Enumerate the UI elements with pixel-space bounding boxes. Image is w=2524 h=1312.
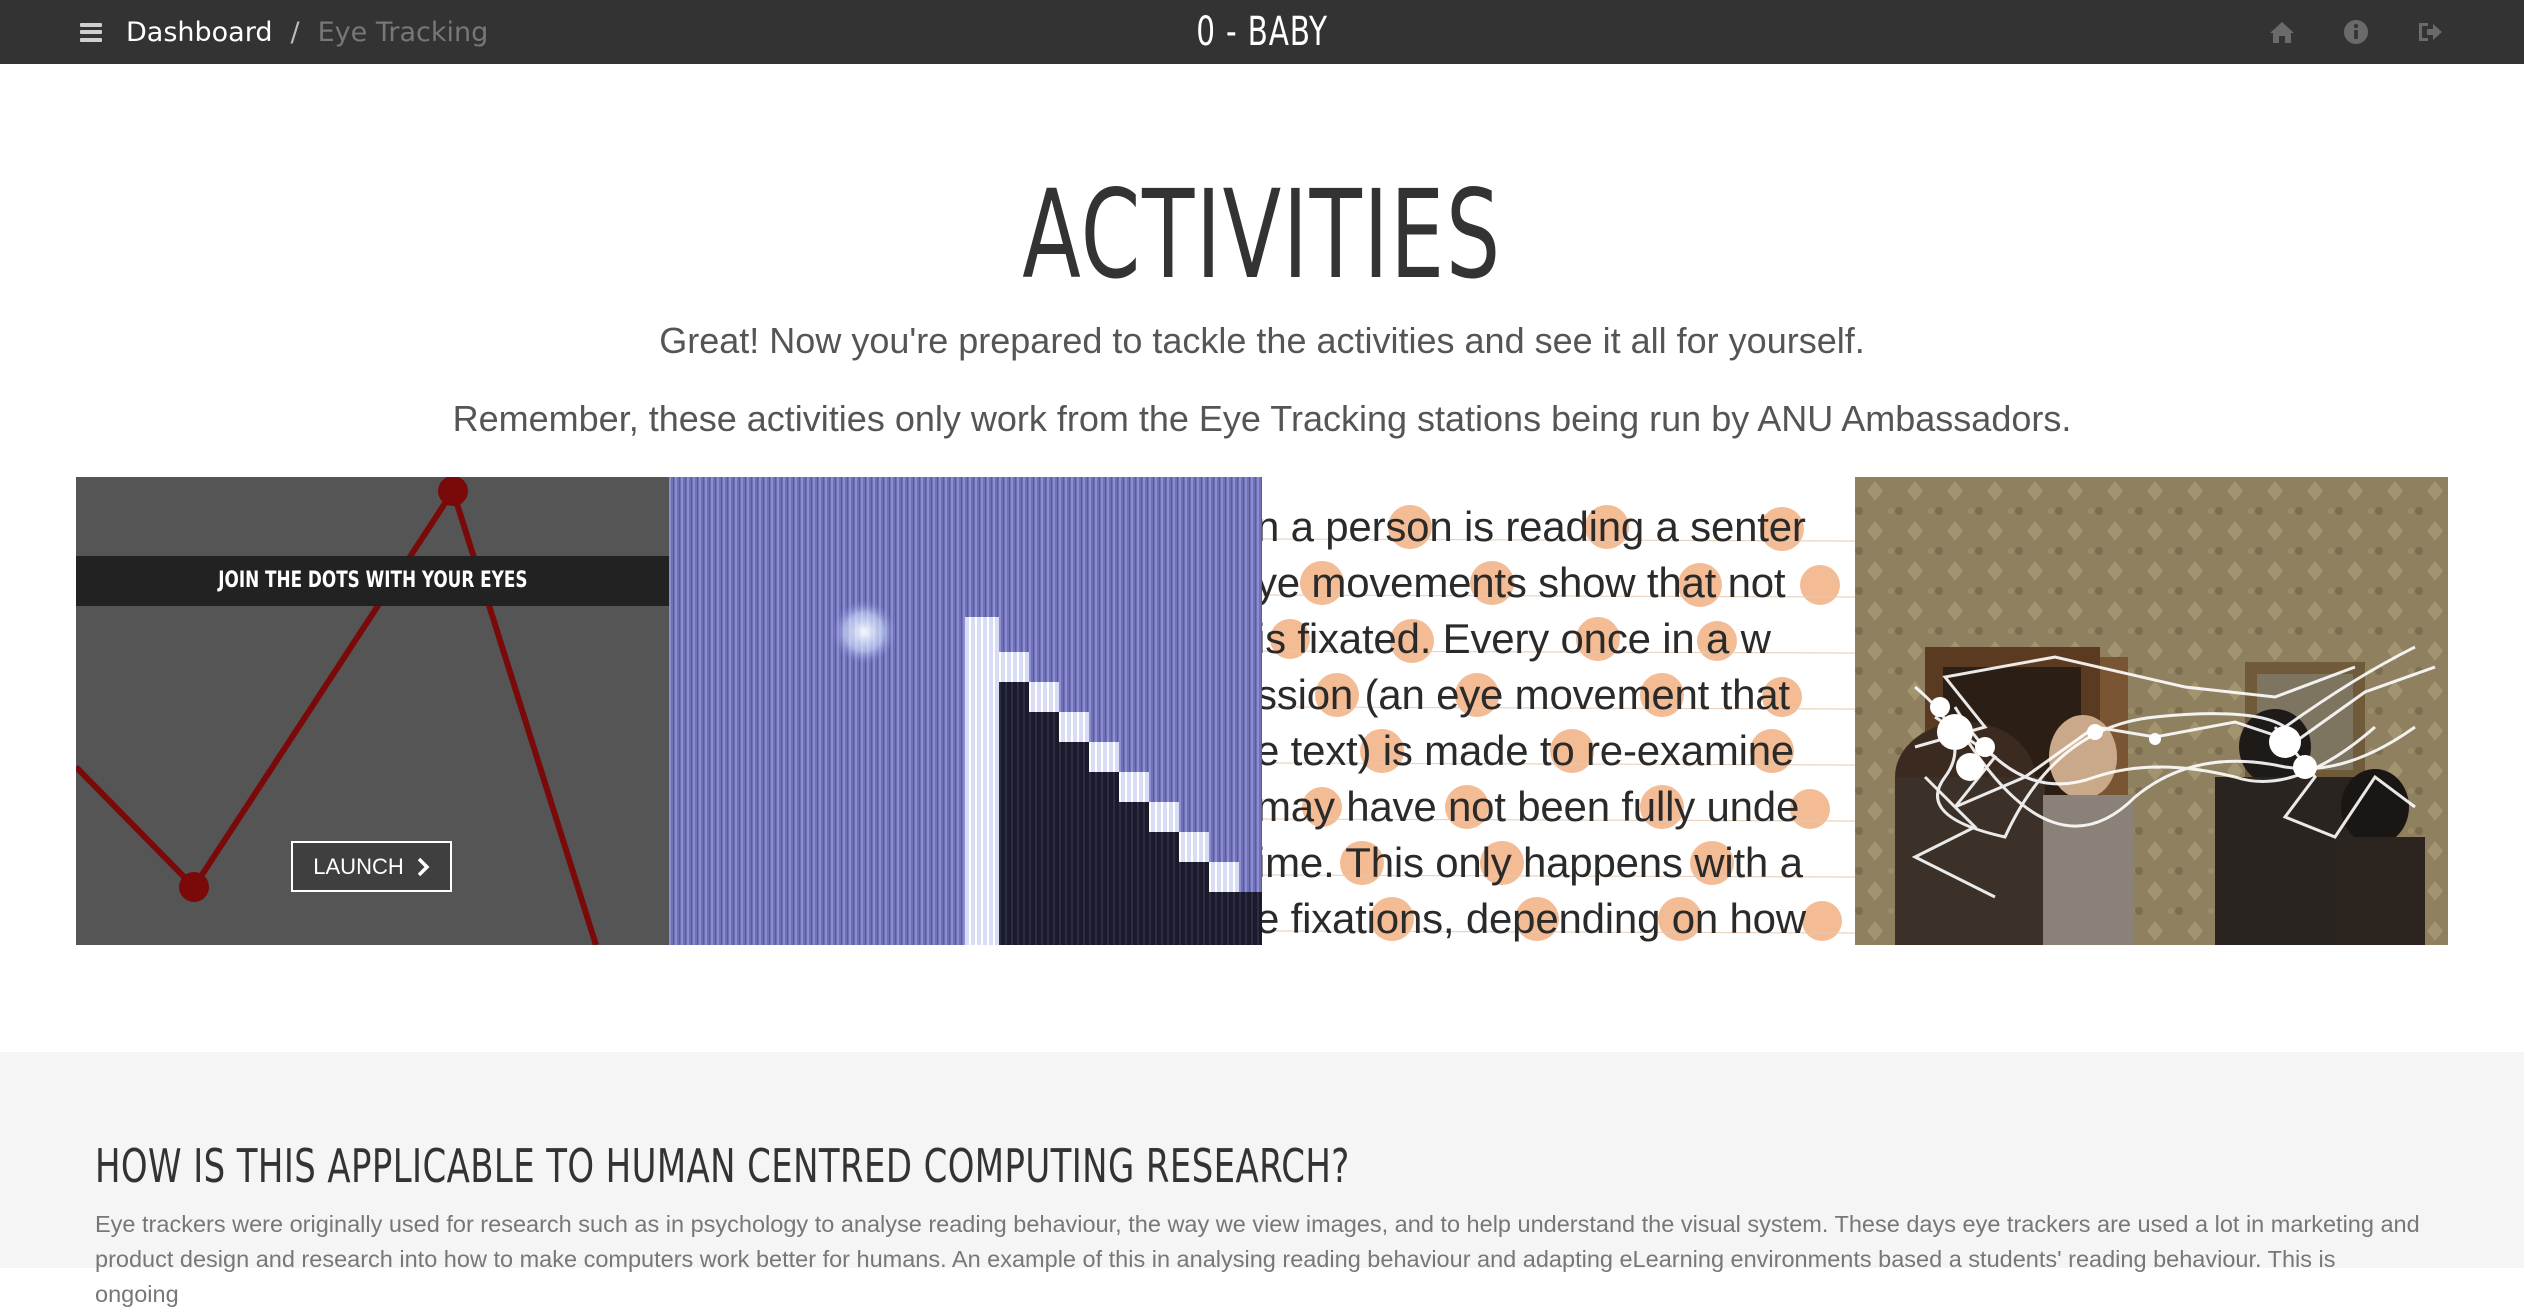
chevron-right-icon [417, 857, 430, 876]
activity-tile-reading[interactable]: n a person is reading a senter ye moveme… [1262, 477, 1855, 945]
activity-tile-cursor[interactable] [669, 477, 1262, 945]
tile-caption: JOIN THE DOTS WITH YOUR EYES [76, 556, 669, 606]
hero-subtitle-1: Great! Now you're prepared to tackle the… [659, 320, 1865, 361]
activity-tile-painting[interactable] [1855, 477, 2448, 945]
top-navbar: Dashboard / Eye Tracking 0 - BABY [0, 0, 2524, 64]
painting-scanpath-illustration [1855, 477, 2448, 945]
launch-button[interactable]: LAUNCH [291, 841, 452, 892]
launch-label: LAUNCH [313, 853, 404, 879]
activity-tile-join-dots[interactable]: JOIN THE DOTS WITH YOUR EYES LAUNCH [76, 477, 669, 945]
page-title: ACTIVITIES [1022, 164, 1502, 306]
section-heading: HOW IS THIS APPLICABLE TO HUMAN CENTRED … [95, 1139, 1350, 1193]
menu-icon[interactable] [80, 22, 102, 42]
pixel-cursor-illustration [669, 477, 1262, 945]
nav-icon-group [2268, 0, 2444, 64]
hero-subtitle-2: Remember, these activities only work fro… [452, 398, 2072, 439]
activity-tiles: JOIN THE DOTS WITH YOUR EYES LAUNCH n a … [76, 477, 2448, 945]
section-body-text: Eye trackers were originally used for re… [95, 1211, 2420, 1307]
reading-sample-text: n a person is reading a senter ye moveme… [1262, 503, 1806, 942]
info-section: HOW IS THIS APPLICABLE TO HUMAN CENTRED … [0, 1052, 2524, 1307]
brand-title: 0 - BABY [1196, 9, 1328, 55]
sign-out-icon[interactable] [2416, 18, 2444, 46]
home-icon[interactable] [2268, 18, 2296, 46]
info-icon[interactable] [2342, 18, 2370, 46]
